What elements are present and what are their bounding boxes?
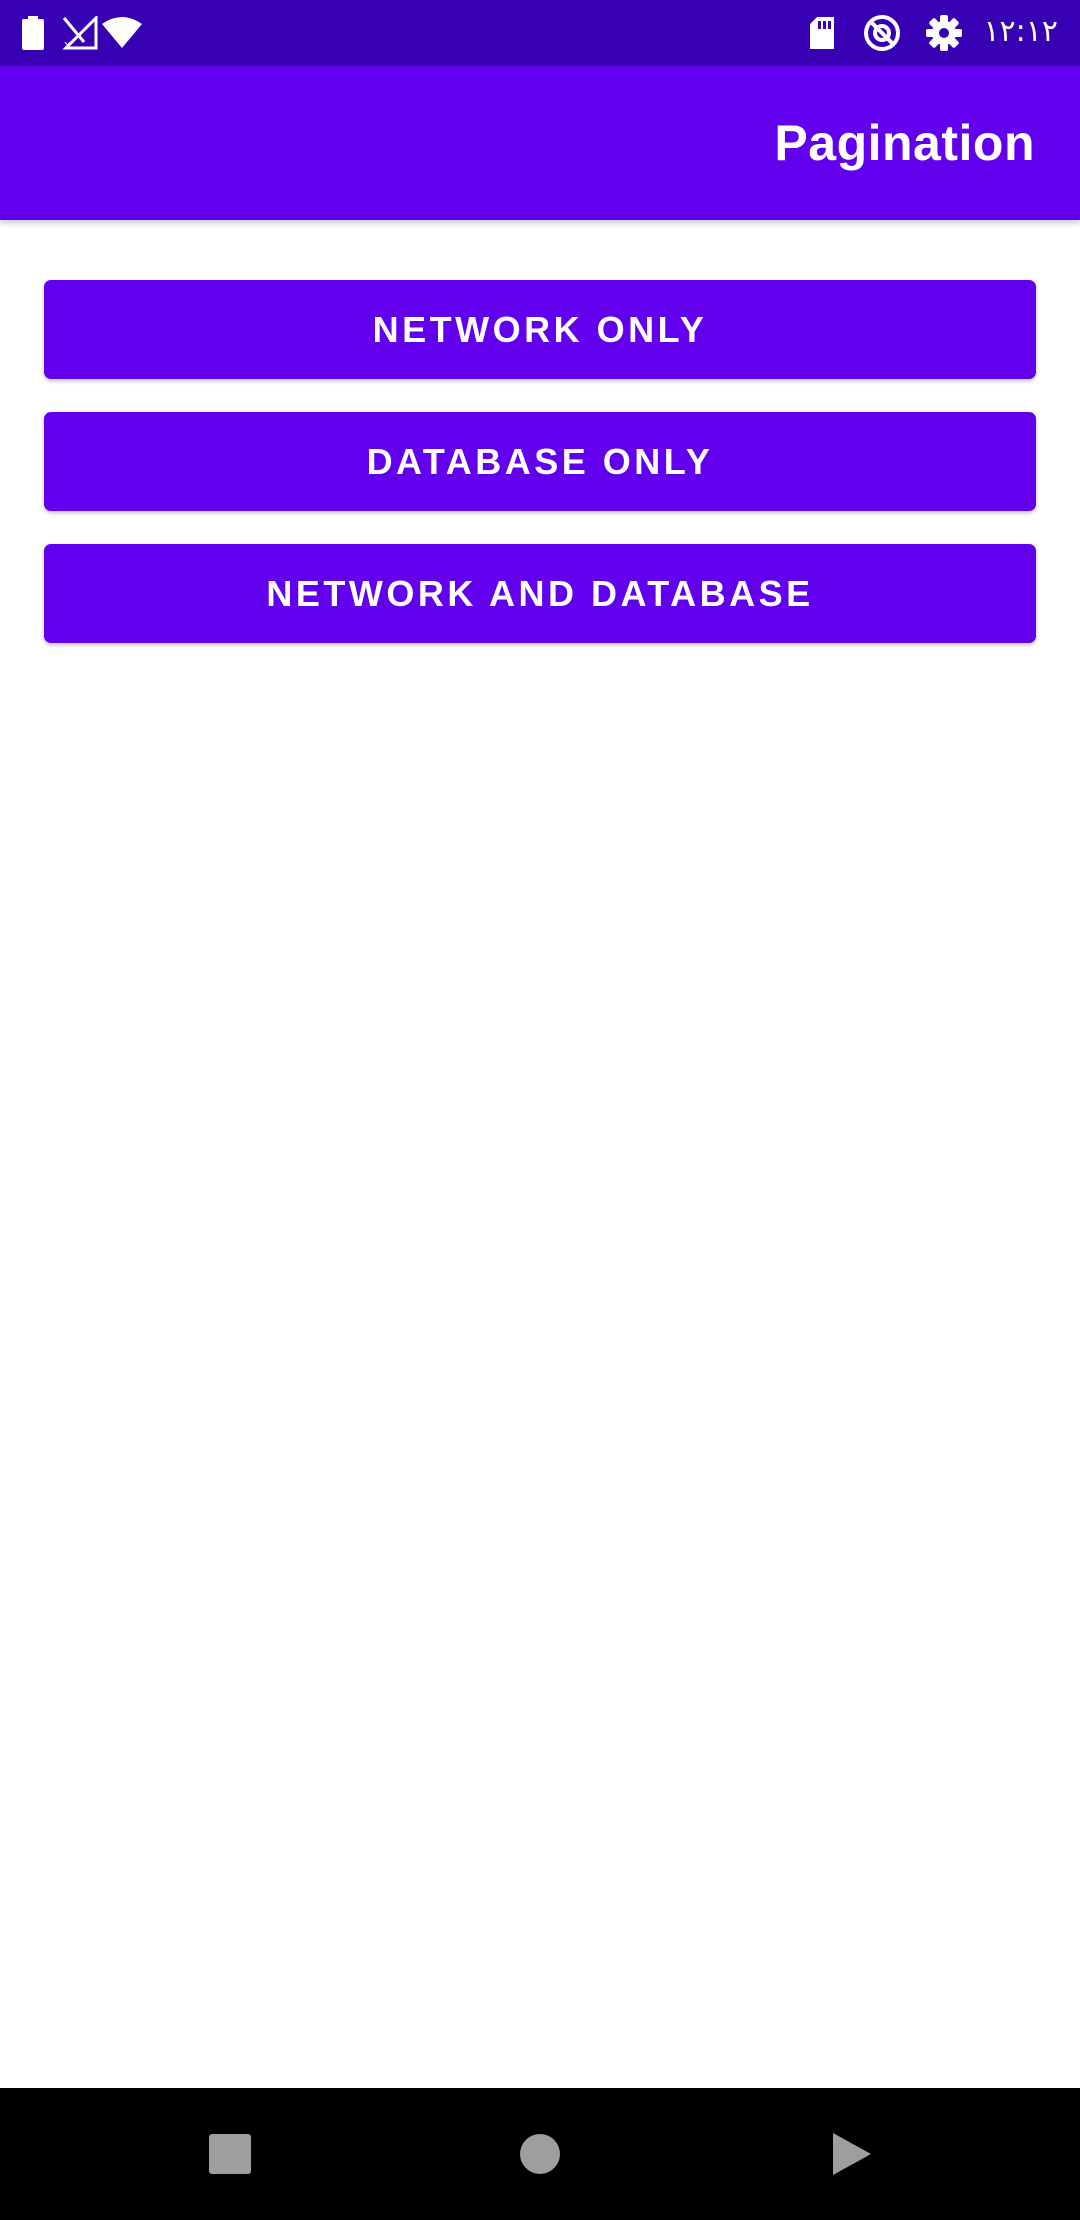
back-triangle-icon[interactable] — [812, 2114, 892, 2194]
screen: x ۱۲:۱۲ Pagination NETWORK ONLY DATABASE… — [0, 0, 1080, 2220]
vpn-icon — [860, 13, 904, 53]
svg-text:x: x — [64, 38, 71, 50]
recents-square-icon[interactable] — [190, 2114, 270, 2194]
navigation-bar — [0, 2088, 1080, 2220]
status-bar: x ۱۲:۱۲ — [0, 0, 1080, 66]
wifi-icon — [100, 13, 144, 53]
sd-card-icon — [805, 13, 839, 53]
database-only-button[interactable]: DATABASE ONLY — [44, 412, 1036, 511]
page-title: Pagination — [774, 115, 1035, 171]
network-and-database-button[interactable]: NETWORK AND DATABASE — [44, 544, 1036, 643]
settings-gear-icon — [922, 13, 966, 53]
no-signal-icon: x — [60, 13, 100, 53]
status-clock: ۱۲:۱۲ — [983, 14, 1058, 49]
app-bar: Pagination — [0, 66, 1080, 220]
battery-icon — [20, 13, 46, 53]
network-only-button[interactable]: NETWORK ONLY — [44, 280, 1036, 379]
home-circle-icon[interactable] — [500, 2114, 580, 2194]
